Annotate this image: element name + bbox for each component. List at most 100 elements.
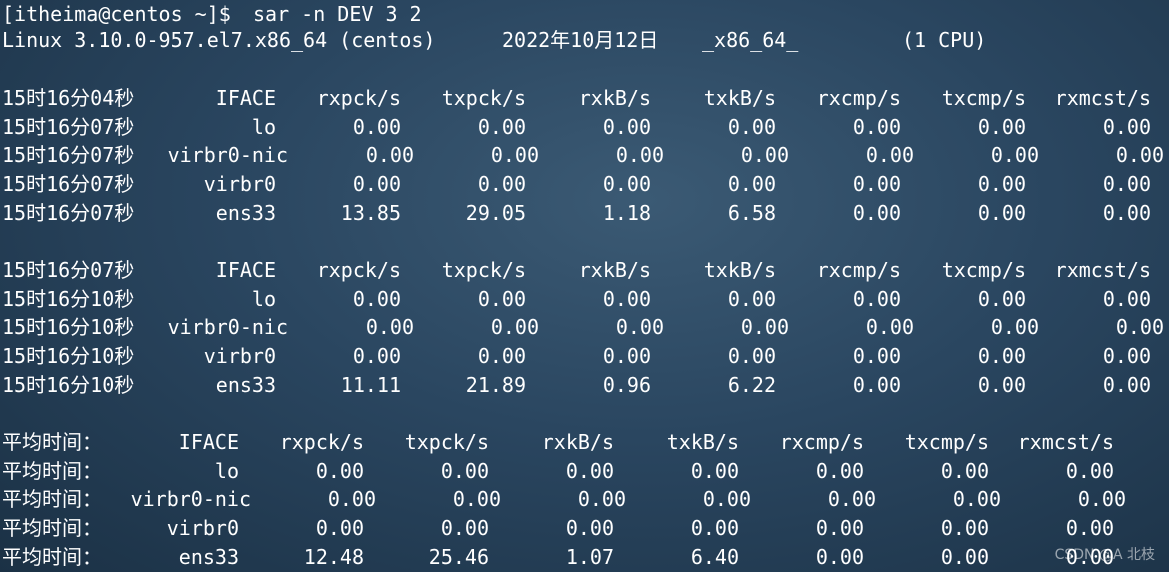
txpck-col: 0.00	[490, 315, 539, 340]
shell-prompt: [itheima@centos ~]$	[2, 2, 243, 26]
txpck-col: 0.00	[440, 458, 489, 483]
iface-cell: virbr0	[166, 516, 239, 541]
rxkb-col: 0.00	[602, 114, 651, 139]
rxpck-col: 0.00	[327, 487, 376, 512]
rxcmp-col: 0.00	[852, 172, 901, 197]
watermark-text: CSDN @A 北枝	[1054, 547, 1155, 563]
iface-cell: virbr0	[203, 344, 276, 369]
txkb-col: 0.00	[727, 172, 776, 197]
time-cell: 15时16分10秒	[2, 372, 135, 397]
txcmp-col: 0.00	[990, 315, 1039, 340]
table-row: 15时16分10秒 virbr0 0.00 0.00 0.00 0.00 0.00 0.00 0…	[0, 342, 1169, 371]
txkb-col: 6.22	[727, 372, 776, 397]
txkb-col: 0.00	[727, 114, 776, 139]
txpck-col: txpck/s	[441, 86, 526, 110]
rxkb-col: 1.07	[565, 544, 614, 569]
iface-cell: virbr0-nic	[130, 487, 251, 512]
txkb-col: 0.00	[702, 487, 751, 512]
rxmcst-col: 0.00	[1102, 372, 1151, 397]
rxcmp-col: 0.00	[852, 286, 901, 311]
terminal-window[interactable]: [itheima@centos ~]$ sar -n DEV 3 2 Linux…	[0, 0, 1169, 572]
rxpck-col: 11.11	[340, 372, 401, 397]
rxmcst-col: rxmcst/s	[1054, 86, 1151, 110]
rxmcst-col: rxmcst/s	[1017, 430, 1114, 454]
rxmcst-col: 0.00	[1102, 344, 1151, 369]
rxmcst-col: 0.00	[1102, 286, 1151, 311]
txcmp-col: 0.00	[940, 516, 989, 541]
table-row: 15时16分10秒 virbr0-nic 0.00 0.00 0.00 0.00 0.00 0…	[0, 313, 1169, 342]
rxkb-col: 0.00	[565, 458, 614, 483]
txcmp-col: 0.00	[952, 487, 1001, 512]
sysinfo-line: Linux 3.10.0-957.el7.x86_64 (centos) 202…	[0, 26, 1169, 55]
rxcmp-col: 0.00	[827, 487, 876, 512]
rxcmp-col: 0.00	[815, 516, 864, 541]
time-cell: 15时16分07秒	[2, 258, 135, 282]
rxkb-col: rxkB/s	[578, 86, 651, 110]
table-row: 平均时间： virbr0 0.00 0.00 0.00 0.00 0.00 0.00 0.00	[0, 514, 1169, 543]
rxpck-col: 0.00	[352, 114, 401, 139]
time-cell: 15时16分10秒	[2, 286, 135, 311]
rxcmp-col: 0.00	[852, 372, 901, 397]
iface-cell: ens33	[215, 372, 276, 397]
txcmp-col: 0.00	[977, 200, 1026, 225]
txcmp-col: 0.00	[977, 172, 1026, 197]
rxpck-col: 12.48	[303, 544, 364, 569]
txkb-col: txkB/s	[703, 86, 776, 110]
iface-cell: IFACE	[178, 430, 239, 454]
rxcmp-col: 0.00	[852, 114, 901, 139]
command-line: [itheima@centos ~]$ sar -n DEV 3 2	[0, 0, 1169, 29]
time-cell: 15时16分10秒	[2, 315, 135, 340]
txpck-col: 21.89	[465, 372, 526, 397]
txkb-col: 0.00	[690, 458, 739, 483]
table-header-row: 15时16分04秒 IFACE rxpck/s txpck/s rxkB/s txkB/s…	[0, 84, 1169, 113]
rxkb-col: 0.00	[565, 516, 614, 541]
txpck-col: 29.05	[465, 200, 526, 225]
rxmcst-col: 0.00	[1102, 200, 1151, 225]
rxcmp-col: 0.00	[815, 544, 864, 569]
rxmcst-col: 0.00	[1065, 458, 1114, 483]
kernel-info: Linux 3.10.0-957.el7.x86_64 (centos)	[2, 28, 436, 52]
txkb-col: txkB/s	[666, 430, 739, 454]
txcmp-col: 0.00	[977, 286, 1026, 311]
rxpck-col: 0.00	[315, 458, 364, 483]
txpck-col: 0.00	[440, 516, 489, 541]
time-cell: 15时16分07秒	[2, 200, 135, 225]
txpck-col: 0.00	[477, 114, 526, 139]
rxkb-col: 0.00	[615, 315, 664, 340]
rxkb-col: 0.96	[602, 372, 651, 397]
time-cell: 平均时间：	[2, 458, 102, 483]
table-row: 15时16分07秒 ens33 13.85 29.05 1.18 6.58 0.00 0.00…	[0, 199, 1169, 228]
rxcmp-col: 0.00	[852, 200, 901, 225]
txkb-col: 0.00	[690, 516, 739, 541]
table-row: 平均时间： virbr0-nic 0.00 0.00 0.00 0.00 0.00 0.00 0…	[0, 485, 1169, 514]
rxmcst-col: 0.00	[1115, 315, 1164, 340]
rxmcst-col: 0.00	[1115, 143, 1164, 168]
iface-cell: ens33	[215, 200, 276, 225]
rxmcst-col: rxmcst/s	[1054, 258, 1151, 282]
rxpck-col: 0.00	[365, 315, 414, 340]
txkb-col: 0.00	[727, 286, 776, 311]
rxmcst-col: 0.00	[1102, 114, 1151, 139]
txcmp-col: 0.00	[977, 372, 1026, 397]
table-row: 15时16分07秒 virbr0 0.00 0.00 0.00 0.00 0.00 0.00 0…	[0, 170, 1169, 199]
rxmcst-col: 0.00	[1065, 516, 1114, 541]
time-cell: 15时16分07秒	[2, 143, 135, 168]
rxpck-col: 0.00	[352, 172, 401, 197]
rxcmp-col: rxcmp/s	[816, 86, 901, 110]
rxpck-col: rxpck/s	[316, 258, 401, 282]
iface-cell: lo	[214, 458, 239, 483]
rxcmp-col: 0.00	[815, 458, 864, 483]
txcmp-col: 0.00	[940, 544, 989, 569]
txcmp-col: txcmp/s	[941, 258, 1026, 282]
rxkb-col: 0.00	[615, 143, 664, 168]
time-cell: 15时16分07秒	[2, 172, 135, 197]
rxcmp-col: 0.00	[852, 344, 901, 369]
command-text: sar -n DEV 3 2	[253, 2, 422, 26]
iface-cell: virbr0	[203, 172, 276, 197]
rxmcst-col: 0.00	[1102, 172, 1151, 197]
time-cell: 平均时间：	[2, 544, 102, 569]
txcmp-col: 0.00	[990, 143, 1039, 168]
table-row: 15时16分07秒 virbr0-nic 0.00 0.00 0.00 0.00 0.00 0…	[0, 141, 1169, 170]
time-cell: 15时16分07秒	[2, 114, 135, 139]
txkb-col: 0.00	[727, 344, 776, 369]
